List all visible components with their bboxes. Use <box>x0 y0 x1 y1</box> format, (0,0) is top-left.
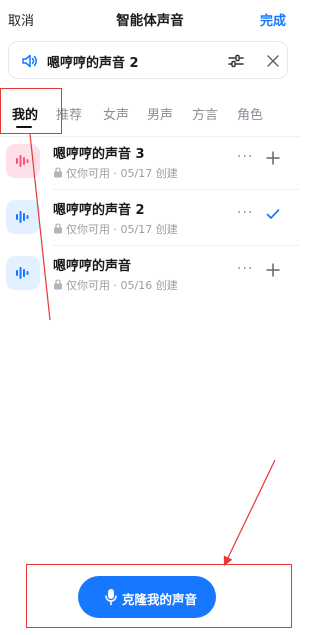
voice-title: 嗯哼哼的声音 <box>53 259 132 274</box>
more-options-icon[interactable]: ··· <box>237 261 253 277</box>
annotation-arrow <box>223 459 276 567</box>
voice-row[interactable]: 嗯哼哼的声音 仅你可用 · 05/16 创建 ··· <box>0 249 300 305</box>
voice-row[interactable]: 嗯哼哼的声音 2 仅你可用 · 05/17 创建 ··· <box>0 193 300 249</box>
current-voice-name: 嗯哼哼的声音 2 <box>47 56 139 71</box>
waveform-icon <box>16 211 29 223</box>
voice-created-date: 05/17 创建 <box>120 223 178 236</box>
meta-separator: · <box>113 167 118 180</box>
voice-row[interactable]: 嗯哼哼的声音 3 仅你可用 · 05/17 创建 ··· <box>0 137 300 193</box>
voice-availability: 仅你可用 <box>66 167 110 180</box>
voice-availability: 仅你可用 <box>66 223 110 236</box>
speaker-icon[interactable] <box>21 52 39 70</box>
meta-separator: · <box>113 279 118 292</box>
annotation-box <box>26 564 292 628</box>
voice-title: 嗯哼哼的声音 2 <box>53 203 145 218</box>
lock-icon <box>54 167 62 178</box>
more-options-icon[interactable]: ··· <box>237 205 253 221</box>
tab-male[interactable]: 男声 <box>147 104 173 123</box>
waveform-icon <box>16 267 29 279</box>
top-bar: 取消 智能体声音 完成 <box>0 0 300 38</box>
current-voice-bar[interactable]: 嗯哼哼的声音 2 <box>8 41 288 79</box>
voice-meta: 仅你可用 · 05/17 创建 <box>53 221 178 237</box>
tab-character[interactable]: 角色 <box>237 104 263 123</box>
more-options-icon[interactable]: ··· <box>237 149 253 165</box>
voice-thumbnail <box>6 200 40 234</box>
divider <box>53 245 300 246</box>
voice-availability: 仅你可用 <box>66 279 110 292</box>
tab-female[interactable]: 女声 <box>103 104 129 123</box>
voice-meta: 仅你可用 · 05/17 创建 <box>53 165 178 181</box>
lock-icon <box>54 223 62 234</box>
divider <box>53 189 300 190</box>
close-icon[interactable] <box>264 52 282 70</box>
voice-created-date: 05/16 创建 <box>120 279 178 292</box>
check-icon[interactable] <box>264 205 282 223</box>
voice-thumbnail <box>6 144 40 178</box>
voice-meta: 仅你可用 · 05/16 创建 <box>53 277 178 293</box>
voice-title: 嗯哼哼的声音 3 <box>53 147 145 162</box>
voice-thumbnail <box>6 256 40 290</box>
sliders-icon[interactable] <box>227 52 245 70</box>
plus-icon[interactable] <box>264 261 282 279</box>
annotation-box <box>0 88 62 134</box>
waveform-icon <box>16 155 29 167</box>
plus-icon[interactable] <box>264 149 282 167</box>
page-title: 智能体声音 <box>116 13 184 29</box>
meta-separator: · <box>113 223 118 236</box>
tab-dialect[interactable]: 方言 <box>192 104 218 123</box>
done-button[interactable]: 完成 <box>260 10 286 29</box>
voice-created-date: 05/17 创建 <box>120 167 178 180</box>
lock-icon <box>54 279 62 290</box>
